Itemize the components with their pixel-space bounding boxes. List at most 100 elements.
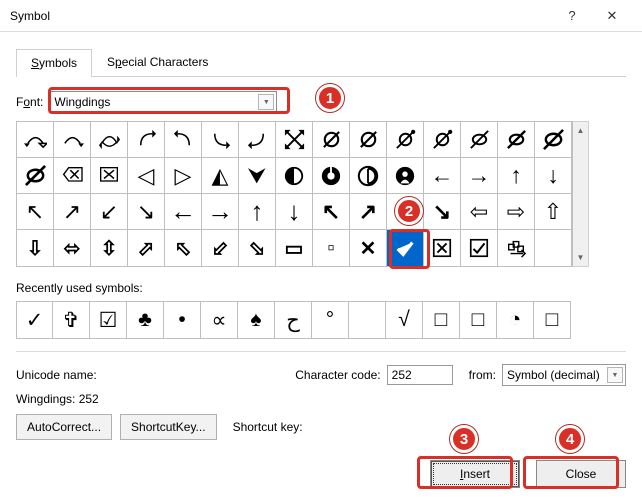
recent-cell[interactable]: ♣ [127,301,164,339]
recent-cell[interactable]: □ [460,301,497,339]
annotation-badge-2: 2 [395,197,423,225]
recent-cell[interactable]: ∝ [201,301,238,339]
symbol-cell[interactable] [239,122,276,158]
shortcut-key-label: Shortcut key: [233,420,303,434]
symbol-cell[interactable]: ⇧ [535,194,572,230]
symbol-cell[interactable] [276,158,313,194]
symbol-cell[interactable]: ✕ [350,230,387,266]
symbol-cell[interactable]: ⬁ [165,230,202,266]
autocorrect-button[interactable]: AutoCorrect... [16,414,112,440]
symbol-cell[interactable]: ◭ [202,158,239,194]
symbol-cell[interactable]: ⬃ [202,230,239,266]
recent-cell[interactable]: ح [275,301,312,339]
symbol-cell[interactable] [91,158,128,194]
symbol-cell[interactable] [54,158,91,194]
symbol-cell[interactable] [313,122,350,158]
symbol-cell[interactable]: ⬂ [239,230,276,266]
recent-cell[interactable]: □ [423,301,460,339]
symbol-cell[interactable] [165,122,202,158]
from-label: from: [469,368,496,382]
symbol-cell[interactable] [17,122,54,158]
symbol-cell[interactable] [17,158,54,194]
tab-symbols[interactable]: SSymbolsymbols [16,49,92,77]
symbol-cell[interactable] [498,122,535,158]
symbol-cell[interactable] [91,122,128,158]
symbol-cell[interactable]: ← [165,194,202,230]
symbol-cell[interactable]: → [461,158,498,194]
from-select[interactable]: Symbol (decimal) ▼ [502,364,626,386]
recent-cell[interactable]: • [164,301,201,339]
recent-cell[interactable]: √ [386,301,423,339]
symbol-cell[interactable] [54,122,91,158]
recent-cell[interactable]: ✞ [53,301,90,339]
symbol-cell[interactable]: ↘ [424,194,461,230]
symbol-cell[interactable]: ◁ [128,158,165,194]
symbol-cell[interactable] [276,122,313,158]
symbol-cell[interactable] [498,230,535,266]
insert-button[interactable]: Insert [430,460,520,488]
symbol-cell[interactable] [387,158,424,194]
symbol-cell[interactable]: ⇳ [91,230,128,266]
recent-cell[interactable]: □ [534,301,571,339]
symbol-cell[interactable] [535,122,572,158]
close-icon[interactable]: ✕ [592,8,632,24]
symbol-cell[interactable]: ▭ [276,230,313,266]
symbol-cell[interactable]: ↑ [239,194,276,230]
symbol-cell[interactable]: ⬀ [128,230,165,266]
font-select[interactable]: Wingdings ▼ [49,91,277,113]
symbol-cell[interactable]: ⮟ [239,158,276,194]
symbol-cell[interactable] [350,122,387,158]
symbol-cell[interactable]: ⇩ [17,230,54,266]
recent-cell[interactable]: ☑ [90,301,127,339]
scroll-down-icon[interactable]: ▼ [573,249,588,266]
from-value: Symbol (decimal) [507,368,600,382]
symbol-cell[interactable]: ↓ [276,194,313,230]
symbol-cell[interactable]: ⬄ [54,230,91,266]
close-button[interactable]: Close [536,460,626,488]
window-title: Symbol [10,9,552,23]
recent-cell[interactable]: ♠ [238,301,275,339]
shortcut-key-button[interactable]: Shortcut Key... [120,414,217,440]
symbol-cell[interactable] [424,230,461,266]
symbol-cell[interactable] [350,158,387,194]
symbol-cell[interactable]: ▫ [313,230,350,266]
symbol-cell[interactable]: ↖ [313,194,350,230]
recent-grid: ✓ ✞ ☑ ♣ • ∝ ♠ ح ° √ □ □ ◔ □ [16,301,626,339]
symbol-cell[interactable]: ⇨ [498,194,535,230]
recent-cell[interactable] [349,301,386,339]
grid-scrollbar[interactable]: ▲ ▼ [572,121,589,267]
symbol-cell[interactable] [535,230,572,266]
symbol-cell[interactable]: ▷ [165,158,202,194]
chevron-down-icon[interactable]: ▼ [258,94,274,110]
symbol-cell[interactable]: ↗ [350,194,387,230]
symbol-cell[interactable]: ↘ [128,194,165,230]
symbol-cell[interactable] [387,122,424,158]
help-icon[interactable]: ? [552,8,592,23]
symbol-cell[interactable]: ⇦ [461,194,498,230]
annotation-badge-4: 4 [556,425,584,453]
symbol-cell[interactable] [461,122,498,158]
recent-cell[interactable]: ◔ [497,301,534,339]
scroll-up-icon[interactable]: ▲ [573,122,588,139]
symbol-cell[interactable]: ↙ [91,194,128,230]
font-value: Wingdings [54,95,110,109]
symbol-cell[interactable]: ↗ [54,194,91,230]
symbol-cell[interactable] [461,230,498,266]
charcode-input[interactable] [387,365,453,385]
chevron-down-icon[interactable]: ▼ [607,367,623,383]
symbol-cell[interactable]: ↖ [17,194,54,230]
symbol-cell[interactable]: ↑ [498,158,535,194]
recent-cell[interactable]: ° [312,301,349,339]
font-label: Font: [16,95,43,109]
symbol-cell[interactable]: → [202,194,239,230]
tab-special-characters[interactable]: Special Characters [92,48,223,76]
symbol-cell[interactable] [424,122,461,158]
symbol-cell[interactable]: ← [424,158,461,194]
symbol-cell[interactable] [128,122,165,158]
recent-cell[interactable]: ✓ [16,301,53,339]
symbol-cell[interactable] [313,158,350,194]
symbol-cell[interactable]: ↓ [535,158,572,194]
symbol-cell-selected[interactable] [387,230,424,266]
symbol-cell[interactable] [202,122,239,158]
charcode-label: Character code: [295,368,380,382]
